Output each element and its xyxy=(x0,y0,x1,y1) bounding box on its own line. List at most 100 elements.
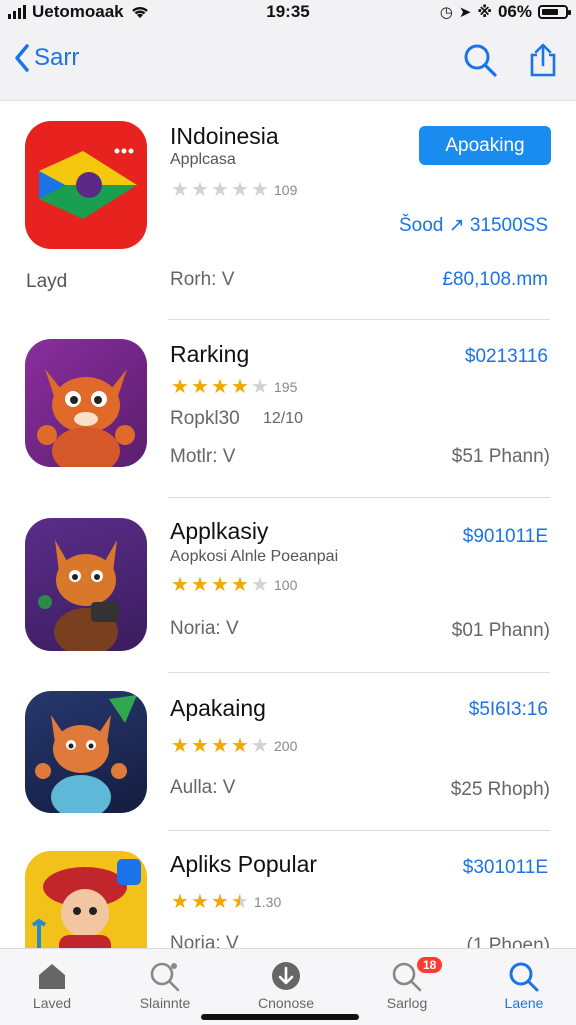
rating-count: 109 xyxy=(274,181,298,198)
app-icon-apliks-popular xyxy=(25,851,147,948)
back-button[interactable]: Sarr xyxy=(14,44,79,72)
get-button[interactable]: Apoaking xyxy=(419,126,551,165)
list-item[interactable]: Apakaing ★ ★ ★ ★ ★ 200 Aulla: V $5I6I3:16 $2… xyxy=(0,673,576,831)
location-icon: ➤ xyxy=(458,4,472,21)
star-icon: ★ xyxy=(211,891,229,913)
app-price: $5I6I3:16 xyxy=(468,699,548,720)
star-icon: ★ xyxy=(171,376,189,398)
app-icon-applkasiy xyxy=(25,518,147,651)
app-icon-indonesia xyxy=(25,121,147,249)
battery-percent: 06% xyxy=(497,2,532,21)
app-name: INdoinesia xyxy=(170,123,279,149)
star-icon: ★ xyxy=(191,376,209,398)
tab-label: Sarlog xyxy=(386,995,428,1011)
download-icon xyxy=(272,962,300,990)
price-small: Šood ↗ 31500SS xyxy=(398,215,548,236)
app-name: Apakaing xyxy=(170,695,266,721)
nav-actions xyxy=(462,42,558,78)
rating-stars: ★ ★ ★ ★ ★ 200 xyxy=(170,733,297,758)
star-icon: ★ xyxy=(171,574,189,596)
battery-icon xyxy=(538,5,571,19)
star-icon: ★ xyxy=(191,735,209,757)
tab-sarlog[interactable]: 18 Sarlog xyxy=(357,957,457,1011)
star-icon: ★ xyxy=(191,891,209,913)
app-subtitle: Applcasa xyxy=(170,151,236,168)
rating-stars: ★ ★ ★ ★ ★ 100 xyxy=(170,572,297,597)
list-item[interactable]: INdoinesia Applcasa ★ ★ ★ ★ ★ 109 Apoaking Š… xyxy=(0,101,576,320)
app-name: Applkasiy xyxy=(170,518,269,544)
list-item[interactable]: Applkasiy Aopkosi Alnle Poeanpai ★ ★ ★ ★ ★ 1… xyxy=(0,498,576,673)
star-icon: ★ xyxy=(191,179,209,201)
app-price: $301011E xyxy=(462,857,548,878)
app-price-secondary: $25 Rhoph) xyxy=(450,779,550,800)
app-meta: Aulla: V xyxy=(170,777,236,798)
list-item[interactable]: Rarking ★ ★ ★ ★ ★ 195 Ropkl30 12/10 Motlr: V… xyxy=(0,320,576,498)
chevron-left-icon xyxy=(15,44,29,72)
star-icon: ★ xyxy=(251,179,269,201)
tab-label: Laene xyxy=(504,995,544,1011)
girl-character-icon xyxy=(31,859,141,948)
app-meta: Rorh: V xyxy=(170,269,235,290)
tab-label: Cnonose xyxy=(257,995,315,1011)
star-icon: ★ xyxy=(231,574,249,596)
star-icon: ★ xyxy=(251,574,269,596)
star-icon: ★ xyxy=(231,735,249,757)
rating-count: 200 xyxy=(274,737,298,754)
tab-laved[interactable]: Laved xyxy=(2,957,102,1011)
app-subtitle: Aopkosi Alnle Poeanpai xyxy=(170,548,339,565)
status-bar: Uetomoaak 19:35 ◷ ➤ ※ 06% xyxy=(0,0,576,26)
fox-character-icon xyxy=(37,369,135,467)
app-meta: Noria: V xyxy=(170,618,239,639)
share-icon[interactable] xyxy=(528,42,558,78)
rating-count: 100 xyxy=(274,576,298,593)
rating-stars: ★ ★ ★ ★ 1.30 xyxy=(170,889,281,914)
star-icon: ★ xyxy=(211,574,229,596)
app-meta: Noria: V xyxy=(170,933,239,948)
back-label: Sarr xyxy=(34,44,80,71)
cat-character-icon xyxy=(38,540,119,651)
app-price-secondary: $01 Phann) xyxy=(451,620,550,641)
alarm-icon: ◷ xyxy=(439,4,453,21)
app-name: Rarking xyxy=(170,341,250,367)
star-icon: ★ xyxy=(171,735,189,757)
list-item[interactable]: Apliks Popular ★ ★ ★ ★ 1.30 Noria: V $30101… xyxy=(0,831,576,948)
star-icon: ★ xyxy=(251,735,269,757)
rating-stars: ★ ★ ★ ★ ★ 195 xyxy=(170,374,297,399)
app-meta-line: Ropkl30 xyxy=(170,408,240,429)
app-meta-date: 12/10 xyxy=(263,410,304,427)
star-icon: ★ xyxy=(231,179,249,201)
app-name: Apliks Popular xyxy=(170,851,318,877)
star-icon: ★ xyxy=(171,179,189,201)
bluetooth-icon: ※ xyxy=(477,4,492,21)
star-icon: ★ xyxy=(191,574,209,596)
tab-laene[interactable]: Laene xyxy=(474,957,574,1011)
rating-stars: ★ ★ ★ ★ ★ 109 xyxy=(170,177,297,202)
app-price: $901011E xyxy=(462,526,548,547)
house-icon xyxy=(39,964,65,989)
star-icon: ★ xyxy=(211,179,229,201)
app-list: INdoinesia Applcasa ★ ★ ★ ★ ★ 109 Apoaking Š… xyxy=(0,101,576,948)
app-price-secondary: $51 Phann) xyxy=(451,446,550,467)
app-price-secondary: (1 Phoen) xyxy=(466,935,550,948)
nav-bar: Sarr xyxy=(0,26,576,101)
rating-count: 195 xyxy=(274,378,298,395)
search-icon[interactable] xyxy=(462,42,498,78)
rating-count: 1.30 xyxy=(254,893,282,910)
star-icon: ★ xyxy=(251,376,269,398)
search-icon xyxy=(509,962,539,992)
star-icon: ★ xyxy=(171,891,189,913)
app-icon-apakaing xyxy=(25,691,147,813)
app-price: $0213116 xyxy=(464,346,548,367)
tab-slainnte[interactable]: Slainnte xyxy=(115,957,215,1011)
star-icon: ★ xyxy=(211,735,229,757)
app-price: £80,108.mm xyxy=(442,269,548,290)
app-meta: Motlr: V xyxy=(170,446,236,467)
tab-cnonose[interactable]: Cnonose xyxy=(236,957,336,1011)
notification-badge: 18 xyxy=(417,957,443,973)
tab-label: Laved xyxy=(32,995,72,1011)
app-icon-rarking xyxy=(25,339,147,467)
search-person-icon xyxy=(150,962,180,992)
play-logo-icon xyxy=(39,148,137,219)
tab-label: Slainnte xyxy=(139,995,191,1011)
status-right: ◷ ➤ ※ 06% xyxy=(439,2,571,22)
